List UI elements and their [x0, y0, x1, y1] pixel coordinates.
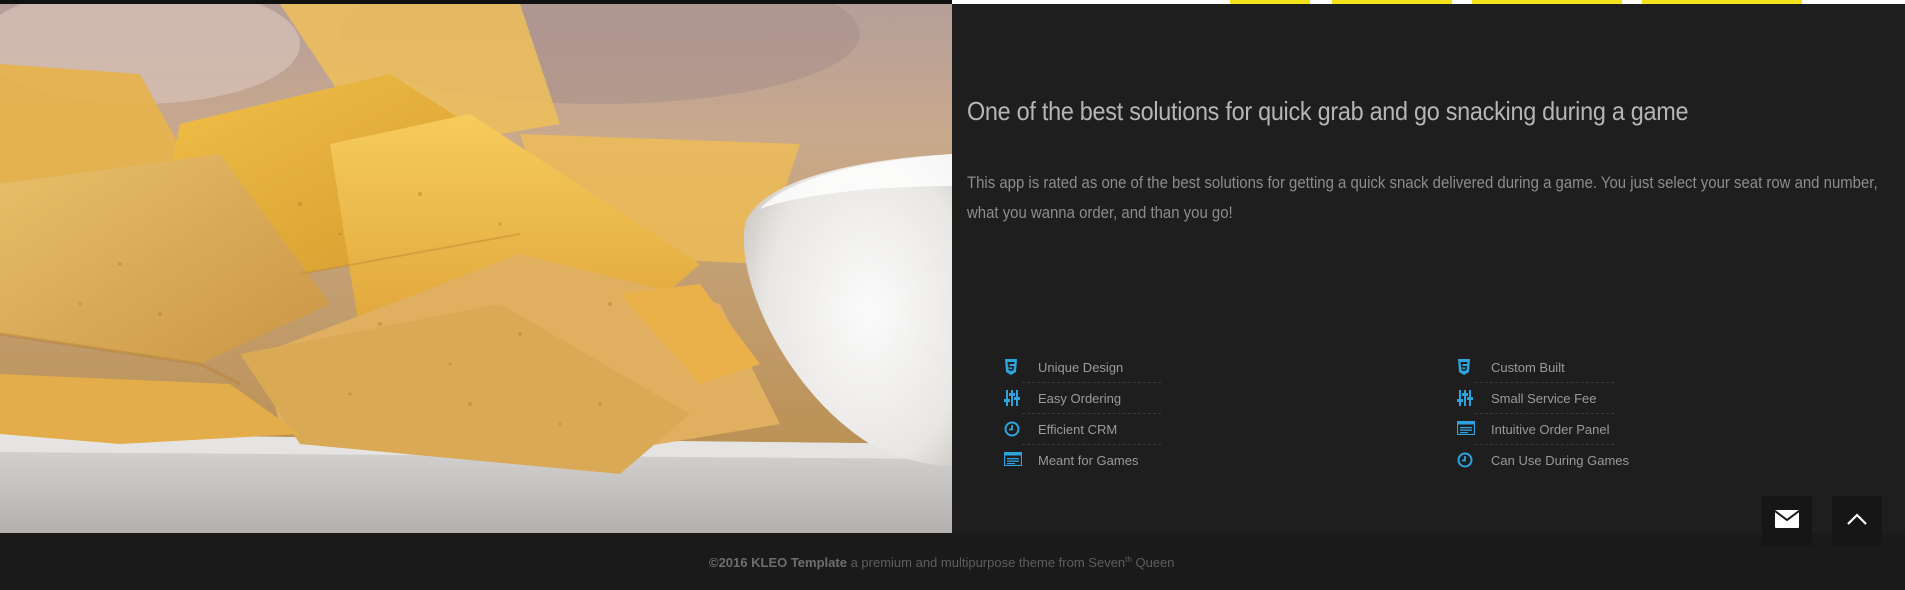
feature-label: Unique Design — [1038, 360, 1124, 375]
feature-item: Efficient CRM — [1004, 414, 1161, 445]
scroll-to-top-button[interactable] — [1832, 496, 1882, 546]
feature-item: Small Service Fee — [1457, 383, 1614, 414]
feature-section: One of the best solutions for quick grab… — [952, 4, 1905, 533]
feature-list-right: Custom Built Small Service Fee Intuitive… — [1456, 352, 1629, 476]
chevron-up-icon — [1846, 512, 1868, 531]
footer-copyright: ©2016 KLEO Template a premium and multip… — [709, 555, 1175, 570]
html5-shield-icon — [1457, 359, 1475, 375]
section-headline: One of the best solutions for quick grab… — [967, 96, 1689, 126]
browser-window-icon — [1003, 451, 1023, 468]
footer-superscript: th — [1125, 555, 1132, 564]
feature-item: Custom Built — [1457, 352, 1614, 383]
feature-item: Unique Design — [1004, 352, 1161, 383]
footer-brand-end: Queen — [1135, 555, 1175, 570]
feature-item: Meant for Games — [1003, 445, 1147, 476]
section-description: This app is rated as one of the best sol… — [967, 174, 1878, 222]
nachos-photo — [0, 4, 952, 533]
browser-window-icon — [1456, 420, 1476, 437]
footer-tagline: a premium and multipurpose theme from Se… — [850, 555, 1126, 570]
feature-label: Intuitive Order Panel — [1491, 422, 1610, 437]
html5-shield-icon — [1004, 359, 1022, 375]
feature-label: Efficient CRM — [1038, 422, 1118, 437]
envelope-icon — [1774, 509, 1800, 533]
feature-label: Meant for Games — [1038, 453, 1139, 468]
feature-list-left: Unique Design Easy Ordering Efficient CR… — [1003, 352, 1161, 476]
feature-label: Small Service Fee — [1491, 391, 1597, 406]
contact-button[interactable] — [1762, 496, 1812, 546]
page: One of the best solutions for quick grab… — [0, 0, 1905, 590]
site-footer: ©2016 KLEO Template a premium and multip… — [0, 533, 1905, 590]
sliders-icon — [1457, 390, 1475, 406]
feature-label: Easy Ordering — [1038, 391, 1122, 406]
feature-label: Custom Built — [1491, 360, 1565, 375]
feature-label: Can Use During Games — [1491, 453, 1629, 468]
feature-item: Intuitive Order Panel — [1456, 414, 1614, 445]
clock-icon — [1004, 421, 1022, 437]
feature-item: Can Use During Games — [1457, 445, 1629, 476]
feature-item: Easy Ordering — [1004, 383, 1161, 414]
sliders-icon — [1004, 390, 1022, 406]
copyright-text: ©2016 KLEO Template — [709, 555, 847, 570]
clock-icon — [1457, 452, 1475, 468]
